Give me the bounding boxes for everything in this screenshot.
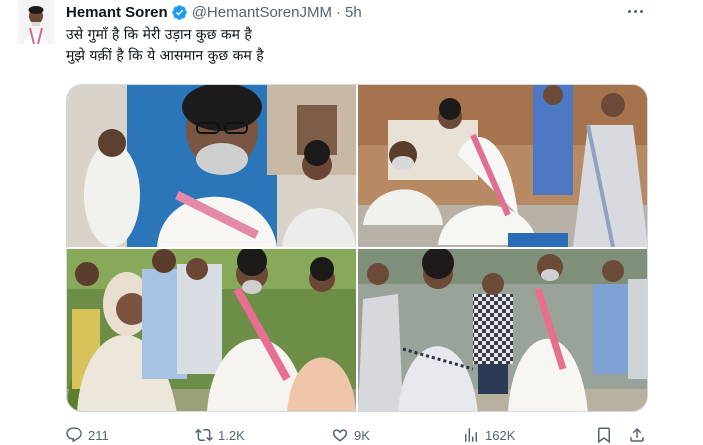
reply-count: 211 <box>88 427 109 443</box>
like-count: 9K <box>354 427 370 443</box>
photo-2[interactable] <box>358 85 647 247</box>
share-button[interactable] <box>628 424 646 445</box>
retweet-button[interactable]: 1.2K <box>195 424 245 445</box>
author-avatar[interactable] <box>18 0 54 44</box>
views-chart-icon <box>462 426 480 444</box>
separator-dot: · <box>335 3 341 21</box>
views-button[interactable]: 162K <box>462 424 515 445</box>
media-grid <box>66 84 648 412</box>
tweet-text: उसे गुमाँ है कि मेरी उड़ान कुछ कम है मुझ… <box>66 25 264 67</box>
more-options-icon[interactable] <box>624 3 646 19</box>
tweet-timestamp[interactable]: 5h <box>345 4 362 21</box>
bookmark-icon <box>595 426 613 444</box>
like-button[interactable]: 9K <box>331 424 370 445</box>
verified-badge-icon <box>171 4 188 21</box>
photo-3[interactable] <box>67 249 356 411</box>
tweet-text-line: मुझे यक़ीं है कि ये आसमान कुछ कम है <box>66 48 264 64</box>
share-icon <box>628 426 646 444</box>
tweet-header: Hemant Soren @HemantSorenJMM · 5h <box>66 2 362 22</box>
reply-button[interactable]: 211 <box>65 424 109 445</box>
author-handle[interactable]: @HemantSorenJMM <box>192 4 332 21</box>
retweet-icon <box>195 426 213 444</box>
photo-4[interactable] <box>358 249 647 411</box>
reply-icon <box>65 426 83 444</box>
photo-1[interactable] <box>67 85 356 247</box>
author-name[interactable]: Hemant Soren <box>66 4 168 21</box>
tweet-text-line: उसे गुमाँ है कि मेरी उड़ान कुछ कम है <box>66 27 252 43</box>
bookmark-button[interactable] <box>595 424 613 445</box>
views-count: 162K <box>485 427 516 443</box>
heart-icon <box>331 426 349 444</box>
retweet-count: 1.2K <box>218 427 245 443</box>
tweet-actions-bar: 211 1.2K 9K 162K <box>60 424 660 445</box>
